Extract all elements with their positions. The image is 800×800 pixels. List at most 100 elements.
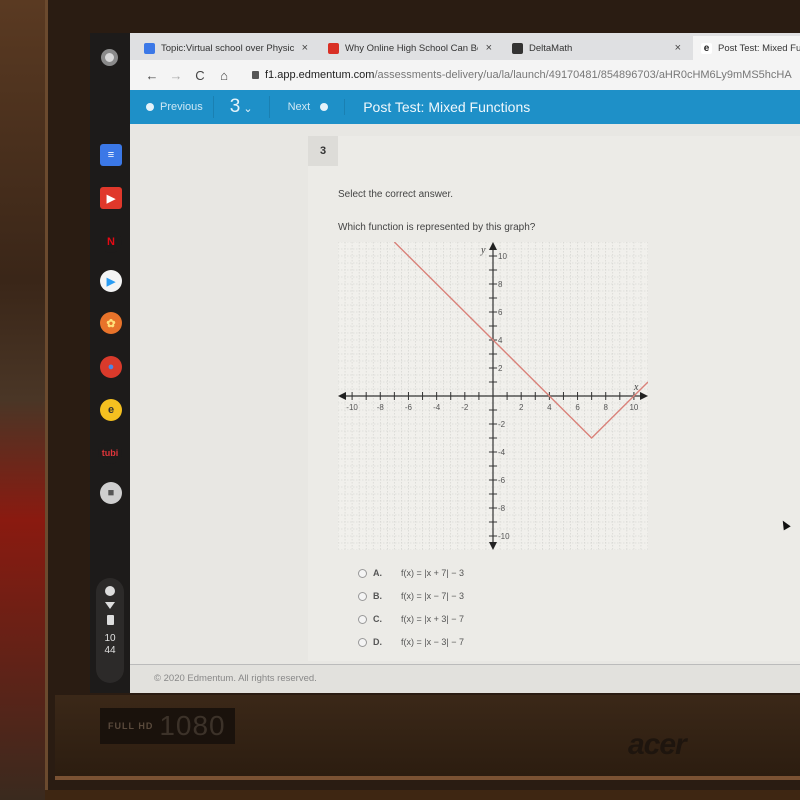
launcher-button[interactable] [101,49,118,66]
x-tick-label: -10 [346,403,358,412]
google-docs-icon [144,42,155,54]
option-d[interactable]: D. f(x) = |x − 3| − 7 [358,632,464,652]
option-letter: C. [373,614,382,624]
back-icon[interactable]: ← [140,68,164,83]
previous-label: Previous [160,101,203,113]
tab-strip: Topic:Virtual school over Physic × Why O… [130,33,800,60]
question-prompt: Which function is represented by this gr… [338,222,536,233]
room-background [0,0,45,800]
tab-label: Post Test: Mixed Fu [718,42,800,54]
full-hd-label: FULL HD [108,720,154,731]
y-tick-label: -4 [498,448,506,457]
lock-icon[interactable] [252,71,259,79]
roblox-icon[interactable]: ■ [100,482,122,504]
option-c[interactable]: C. f(x) = |x + 3| − 7 [358,609,464,629]
question-selector[interactable]: 3 ⌄ [212,96,270,118]
radio-button[interactable] [358,614,367,624]
y-tick-label: -10 [498,532,510,541]
clock-minute: 44 [104,645,116,656]
forward-icon[interactable]: → [164,68,188,83]
e-reader-app-icon[interactable]: e [100,399,122,421]
home-icon[interactable]: ⌂ [212,68,236,83]
tab-post-test[interactable]: e Post Test: Mixed Fu [693,36,800,60]
tab-why-online[interactable]: Why Online High School Can Be × [320,36,500,60]
game-app-icon[interactable]: ✿ [100,312,122,334]
clock-hour: 10 [104,633,116,644]
battery-icon [106,615,114,625]
notification-icon [105,586,115,596]
url-host: f1.app.edmentum.com [265,69,375,81]
y-tick-label: -6 [498,476,506,485]
tab-label: DeltaMath [529,42,573,54]
wifi-icon [105,602,115,609]
question-card: 3 Select the correct answer. Which funct… [308,136,800,661]
x-tick-label: 2 [519,403,524,412]
y-axis-label: y [480,245,486,256]
instruction-text: Select the correct answer. [338,189,454,200]
close-icon[interactable]: × [302,42,308,54]
y-tick-label: 4 [498,336,503,345]
x-tick-label: -2 [461,403,469,412]
option-text: f(x) = |x + 7| − 3 [401,568,464,578]
y-tick-label: 10 [498,252,507,261]
radio-button[interactable] [358,637,367,647]
x-tick-label: 10 [629,403,638,412]
browser-window: Topic:Virtual school over Physic × Why O… [130,33,800,693]
url-path: /assessments-delivery/ua/la/launch/49170… [374,69,792,81]
tab-label: Topic:Virtual school over Physic [161,42,294,54]
y-tick-label: 8 [498,280,503,289]
close-icon[interactable]: × [486,42,492,54]
assessment-navbar: Previous 3 ⌄ Next Post Test: Mixed Functi… [130,90,800,124]
option-letter: B. [373,591,382,601]
radio-button[interactable] [358,568,367,578]
tubi-icon[interactable]: tubi [98,442,122,464]
status-tray[interactable]: 10 44 [96,578,124,683]
x-tick-label: 6 [575,403,580,412]
previous-button[interactable]: Previous [130,90,213,124]
page-footer: © 2020 Edmentum. All rights reserved. [130,664,800,693]
full-hd-badge: FULL HD 1080 [100,708,235,744]
next-arrow-icon [320,103,329,111]
previous-arrow-icon [146,103,154,111]
play-store-icon[interactable]: ▶ [100,270,122,292]
option-text: f(x) = |x − 3| − 7 [401,637,464,647]
y-tick-label: -8 [498,504,506,513]
x-tick-label: 8 [604,403,609,412]
radio-button[interactable] [358,591,367,601]
option-letter: D. [373,637,382,647]
netflix-icon[interactable]: N [100,231,122,253]
x-tick-label: -8 [377,403,385,412]
option-b[interactable]: B. f(x) = |x − 7| − 3 [358,586,464,606]
x-tick-label: -6 [405,403,413,412]
deltamath-icon [512,42,523,54]
url-field[interactable]: f1.app.edmentum.com/assessments-delivery… [265,69,792,81]
x-tick-label: 4 [547,403,552,412]
y-tick-label: -2 [498,420,506,429]
y-tick-label: 6 [498,308,503,317]
google-docs-icon[interactable]: ≡ [100,144,122,166]
question-selector-number: 3 [229,96,241,117]
brand-logo: acer [628,728,687,761]
close-icon[interactable]: × [675,42,681,54]
answer-options: A. f(x) = |x + 7| − 3 B. f(x) = |x − 7| − … [358,563,464,655]
next-button[interactable]: Next [270,90,345,124]
x-tick-label: -4 [433,403,441,412]
chevron-down-icon: ⌄ [243,103,253,115]
screen: ≡ ▶ N ▶ ✿ ● e tubi ■ 10 44 Topic:Virtual school … [90,33,800,693]
address-bar: ← → C ⌂ f1.app.edmentum.com/assessments-… [130,60,800,90]
reload-icon[interactable]: C [188,68,212,83]
tab-label: Why Online High School Can Be [345,42,478,54]
page-title: Post Test: Mixed Functions [344,99,530,115]
question-area: 3 Select the correct answer. Which funct… [130,124,800,664]
function-graph: -10 -8 -6 -4 -2 2 4 6 8 10108642-2-4-6-8-10xy [338,242,648,550]
shield-favicon-icon [328,42,339,54]
option-a[interactable]: A. f(x) = |x + 7| − 3 [358,563,464,583]
edmentum-icon: e [701,42,712,54]
tab-topic[interactable]: Topic:Virtual school over Physic × [136,36,316,60]
question-number-badge: 3 [308,136,338,166]
chrome-icon[interactable]: ● [100,356,122,378]
tab-deltamath[interactable]: DeltaMath × [504,36,689,60]
resolution-label: 1080 [159,710,226,741]
youtube-icon[interactable]: ▶ [100,187,122,209]
y-tick-label: 2 [498,364,503,373]
